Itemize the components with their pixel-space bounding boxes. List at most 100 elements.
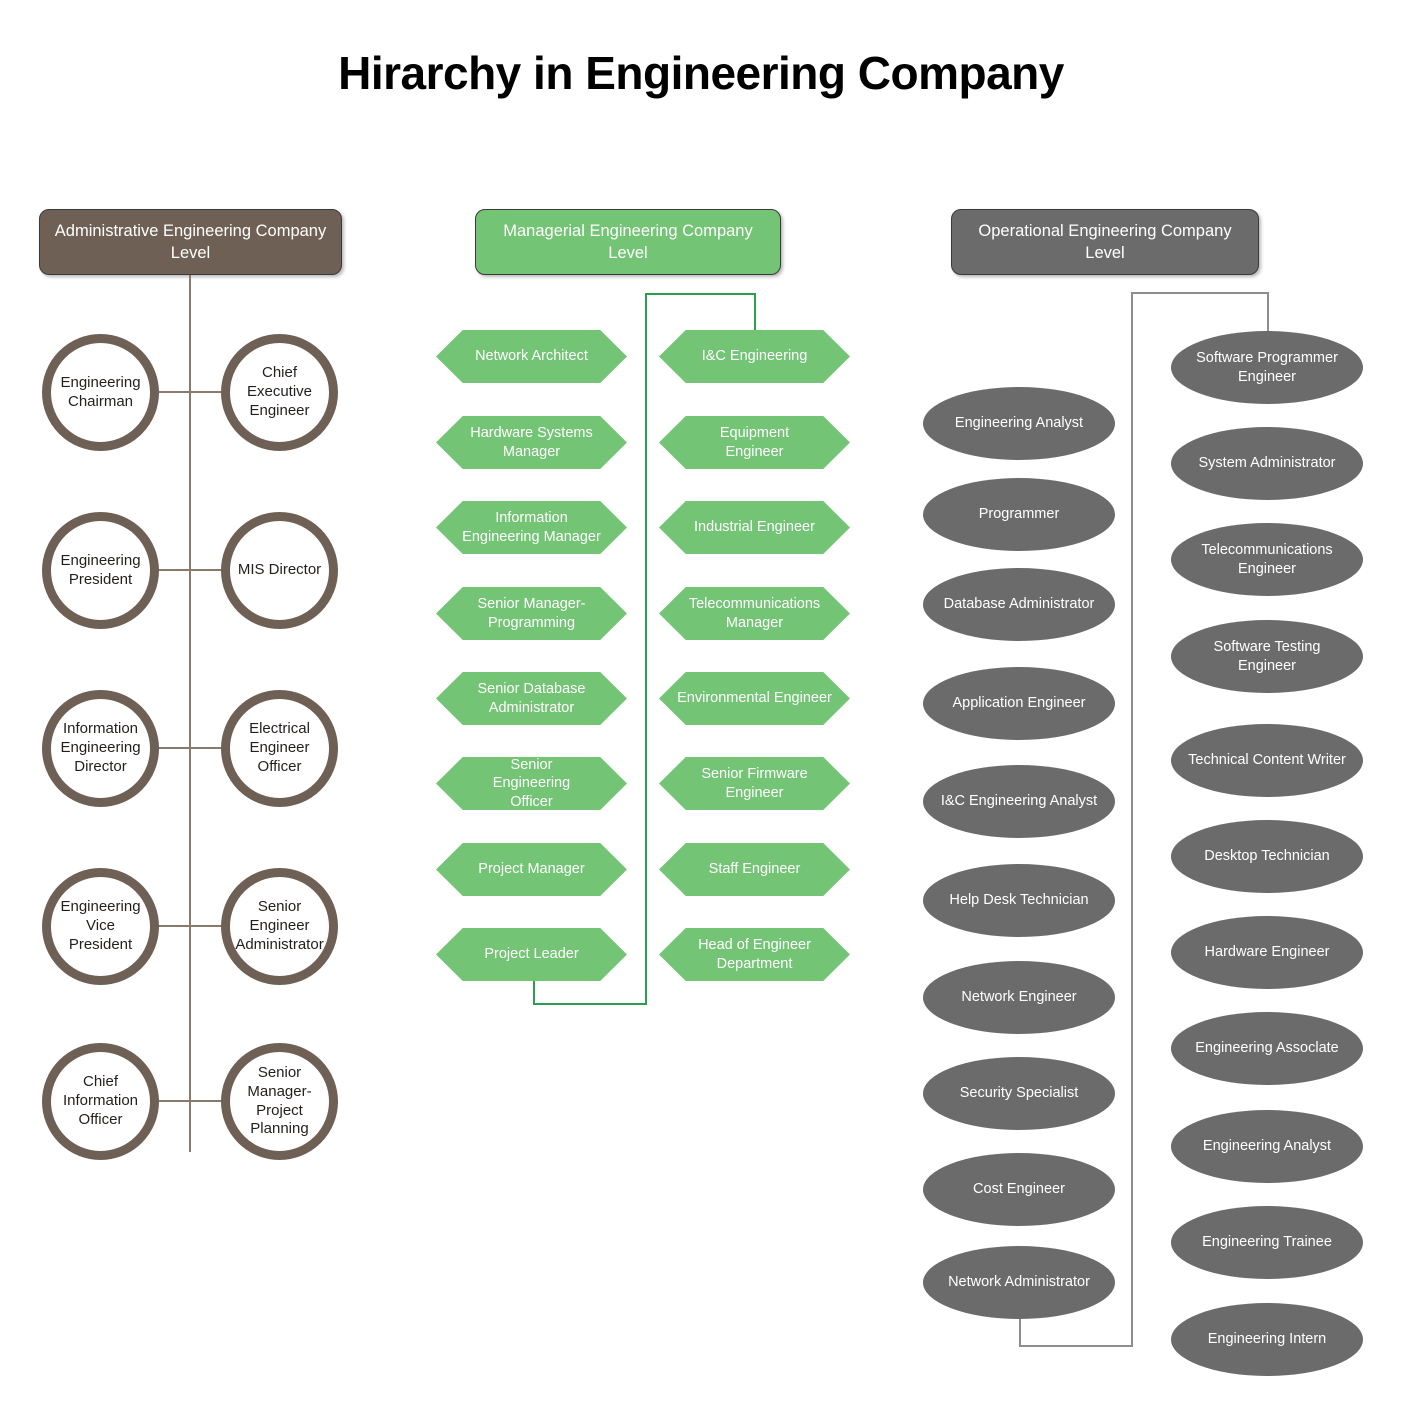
connector-admin-spine <box>189 275 191 1152</box>
node-label: Help Desk Technician <box>949 892 1089 909</box>
page-title: Hirarchy in Engineering Company <box>338 47 1064 99</box>
node-senior-engineering-officer[interactable]: Senior Engineering Officer <box>436 757 627 810</box>
node-label: Network Architect <box>475 348 588 365</box>
node-label: Information Engineering Manager <box>462 510 601 545</box>
node-label: Application Engineer <box>952 695 1086 712</box>
connector-managerial-bottom-bracket <box>533 1003 647 1005</box>
node-engineering-chairman[interactable]: Engineering Chairman <box>42 334 159 451</box>
node-network-architect[interactable]: Network Architect <box>436 330 627 383</box>
node-label: System Administrator <box>1198 455 1336 472</box>
node-engineering-trainee[interactable]: Engineering Trainee <box>1171 1206 1363 1279</box>
node-label: Desktop Technician <box>1204 848 1330 865</box>
node-engineering-president[interactable]: Engineering President <box>42 512 159 629</box>
node-industrial-engineer[interactable]: Industrial Engineer <box>659 501 850 554</box>
node-database-administrator[interactable]: Database Administrator <box>923 568 1115 641</box>
node-project-leader[interactable]: Project Leader <box>436 928 627 981</box>
node-technical-content-writer[interactable]: Technical Content Writer <box>1171 724 1363 797</box>
connector-admin-rung-5 <box>156 1100 226 1102</box>
connector-admin-rung-1 <box>156 391 226 393</box>
node-hardware-engineer[interactable]: Hardware Engineer <box>1171 916 1363 989</box>
node-label: Staff Engineer <box>708 861 801 878</box>
node-telecommunications-manager[interactable]: Telecommunications Manager <box>659 587 850 640</box>
node-chief-information-officer[interactable]: Chief Information Officer <box>42 1043 159 1160</box>
node-telecommunications-engineer[interactable]: Telecommunications Engineer <box>1171 523 1363 596</box>
node-software-programmer-engineer[interactable]: Software Programmer Engineer <box>1171 331 1363 404</box>
node-information-engineering-manager[interactable]: Information Engineering Manager <box>436 501 627 554</box>
node-label: Senior Database Administrator <box>477 681 586 716</box>
node-application-engineer[interactable]: Application Engineer <box>923 667 1115 740</box>
node-security-specialist[interactable]: Security Specialist <box>923 1057 1115 1130</box>
node-label: Telecommunications Engineer <box>1201 542 1333 577</box>
node-engineering-analyst-right[interactable]: Engineering Analyst <box>1171 1110 1363 1183</box>
column-header-operational[interactable]: Operational Engineering Company Level <box>951 209 1259 275</box>
column-header-administrative[interactable]: Administrative Engineering Company Level <box>39 209 342 275</box>
node-software-testing-engineer[interactable]: Software Testing Engineer <box>1171 620 1363 693</box>
node-label: Electrical Engineer Officer <box>249 720 310 775</box>
node-label: Engineering Intern <box>1207 1331 1327 1348</box>
node-project-manager[interactable]: Project Manager <box>436 843 627 896</box>
node-senior-firmware-engineer[interactable]: Senior Firmware Engineer <box>659 757 850 810</box>
node-programmer[interactable]: Programmer <box>923 478 1115 551</box>
node-label: Cost Engineer <box>973 1181 1065 1198</box>
node-label: I&C Engineering <box>701 348 808 365</box>
node-engineering-vice-president[interactable]: Engineering Vice President <box>42 868 159 985</box>
node-label: Network Engineer <box>961 989 1077 1006</box>
node-label: Database Administrator <box>943 596 1095 613</box>
node-hardware-systems-manager[interactable]: Hardware Systems Manager <box>436 416 627 469</box>
node-electrical-engineer-officer[interactable]: Electrical Engineer Officer <box>221 690 338 807</box>
node-network-engineer[interactable]: Network Engineer <box>923 961 1115 1034</box>
node-desktop-technician[interactable]: Desktop Technician <box>1171 820 1363 893</box>
node-label: Project Leader <box>484 946 579 963</box>
node-engineering-intern[interactable]: Engineering Intern <box>1171 1303 1363 1376</box>
node-system-administrator[interactable]: System Administrator <box>1171 427 1363 500</box>
column-header-managerial[interactable]: Managerial Engineering Company Level <box>475 209 781 275</box>
connector-operational-spine <box>1131 292 1133 1347</box>
node-label: Engineering Analyst <box>1202 1138 1332 1155</box>
node-label: Industrial Engineer <box>694 519 815 536</box>
node-label: I&C Engineering Analyst <box>940 793 1098 810</box>
node-label: MIS Director <box>237 561 322 579</box>
node-label: Equipment Engineer <box>719 425 790 460</box>
node-help-desk-technician[interactable]: Help Desk Technician <box>923 864 1115 937</box>
node-staff-engineer[interactable]: Staff Engineer <box>659 843 850 896</box>
node-label: Head of Engineer Department <box>698 937 811 972</box>
connector-operational-bottom-bracket <box>1019 1345 1133 1347</box>
node-environmental-engineer[interactable]: Environmental Engineer <box>659 672 850 725</box>
node-label: Engineering President <box>60 551 141 588</box>
node-label: Technical Content Writer <box>1188 752 1346 769</box>
node-cost-engineer[interactable]: Cost Engineer <box>923 1153 1115 1226</box>
node-label: Engineering Vice President <box>60 898 141 953</box>
node-ic-engineering-analyst[interactable]: I&C Engineering Analyst <box>923 765 1115 838</box>
node-mis-director[interactable]: MIS Director <box>221 512 338 629</box>
node-label: Senior Engineer Administrator <box>235 898 324 953</box>
node-label: Senior Manager-Project Planning <box>247 1064 312 1138</box>
node-label: Software Programmer Engineer <box>1196 350 1338 385</box>
node-senior-engineer-administrator[interactable]: Senior Engineer Administrator <box>221 868 338 985</box>
node-equipment-engineer[interactable]: Equipment Engineer <box>659 416 850 469</box>
node-label: Programmer <box>978 506 1060 523</box>
connector-admin-rung-3 <box>156 747 226 749</box>
node-ic-engineering[interactable]: I&C Engineering <box>659 330 850 383</box>
node-label: Engineering Analyst <box>954 415 1084 432</box>
node-engineering-analyst-left[interactable]: Engineering Analyst <box>923 387 1115 460</box>
node-head-of-engineer-department[interactable]: Head of Engineer Department <box>659 928 850 981</box>
node-engineering-associate[interactable]: Engineering Assoclate <box>1171 1012 1363 1085</box>
connector-admin-rung-4 <box>156 925 226 927</box>
node-label: Security Specialist <box>959 1085 1079 1102</box>
node-senior-manager-project-planning[interactable]: Senior Manager-Project Planning <box>221 1043 338 1160</box>
node-network-administrator[interactable]: Network Administrator <box>923 1246 1115 1319</box>
node-information-engineering-director[interactable]: Information Engineering Director <box>42 690 159 807</box>
node-label: Engineering Assoclate <box>1195 1040 1339 1057</box>
node-label: Chief Information Officer <box>62 1073 139 1128</box>
node-label: Engineering Trainee <box>1202 1234 1332 1251</box>
connector-operational-top-bracket <box>1131 292 1269 294</box>
node-label: Senior Engineering Officer <box>492 757 571 810</box>
node-senior-manager-programming[interactable]: Senior Manager-Programming <box>436 587 627 640</box>
node-senior-database-administrator[interactable]: Senior Database Administrator <box>436 672 627 725</box>
node-chief-executive-engineer[interactable]: Chief Executive Engineer <box>221 334 338 451</box>
node-label: Environmental Engineer <box>677 690 832 707</box>
node-label: Engineering Chairman <box>60 373 141 410</box>
node-label: Network Administrator <box>948 1274 1090 1291</box>
node-label: Chief Executive Engineer <box>246 364 313 419</box>
node-label: Senior Firmware Engineer <box>701 766 808 801</box>
